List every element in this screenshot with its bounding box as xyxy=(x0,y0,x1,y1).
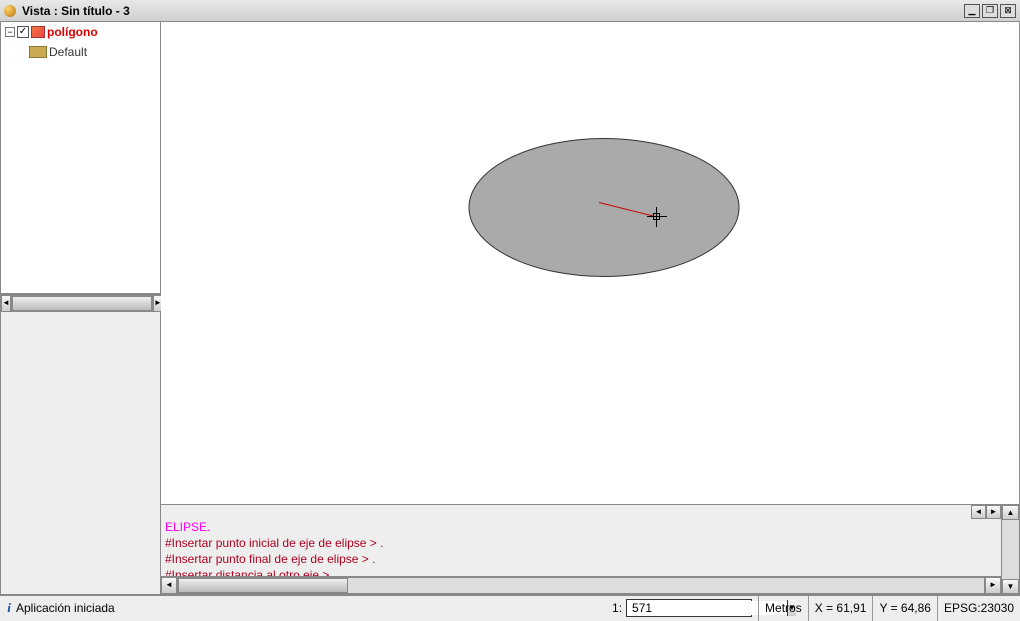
status-bar: i Aplicación iniciada 1: ▼ Metros X = 61… xyxy=(0,595,1020,620)
scale-field: 1: ▼ xyxy=(606,599,758,617)
coord-x: X = 61,91 xyxy=(808,596,873,621)
scale-prefix: 1: xyxy=(612,601,622,615)
scroll-right-icon[interactable]: ► xyxy=(985,577,1001,594)
console-prompt-1: #Insertar punto inicial de eje de elipse… xyxy=(165,535,997,551)
tree-collapse-icon[interactable]: − xyxy=(5,27,15,37)
close-button[interactable]: ⊠ xyxy=(1000,4,1016,18)
console-output: ELIPSE. #Insertar punto inicial de eje d… xyxy=(161,519,1001,576)
console-prompt-3: #Insertar distancia al otro eje > . xyxy=(165,567,997,576)
status-message: Aplicación iniciada xyxy=(14,601,606,615)
minimize-button[interactable]: ▁ xyxy=(964,4,980,18)
console-command: ELIPSE. xyxy=(165,519,997,535)
scroll-left-icon[interactable]: ◄ xyxy=(161,577,177,594)
map-canvas[interactable] xyxy=(161,22,1019,504)
console-vscrollbar[interactable]: ▲ ▼ xyxy=(1001,505,1019,594)
app-icon xyxy=(4,5,16,17)
units-label: Metros xyxy=(758,596,808,621)
scroll-left-icon[interactable]: ◄ xyxy=(1,295,11,312)
scroll-track[interactable] xyxy=(11,295,153,312)
layer-row-poligono[interactable]: − ✓ polígono xyxy=(1,22,160,42)
console-arrow-right-icon[interactable]: ► xyxy=(986,505,1001,519)
layer-style-row[interactable]: Default xyxy=(1,42,160,62)
restore-button[interactable]: ❐ xyxy=(982,4,998,18)
epsg-label: EPSG:23030 xyxy=(937,596,1020,621)
info-icon: i xyxy=(0,600,14,616)
layer-label: polígono xyxy=(47,25,98,39)
scroll-thumb[interactable] xyxy=(178,578,348,593)
window-title: Vista : Sin título - 3 xyxy=(22,4,964,18)
lower-side-panel xyxy=(1,312,160,594)
command-console[interactable]: ◄ ► ELIPSE. #Insertar punto inicial de e… xyxy=(161,505,1001,594)
layer-polygon-icon xyxy=(31,26,45,38)
layer-tree[interactable]: − ✓ polígono Default xyxy=(1,22,160,294)
console-arrow-left-icon[interactable]: ◄ xyxy=(971,505,986,519)
title-bar: Vista : Sin título - 3 ▁ ❐ ⊠ xyxy=(0,0,1020,22)
coord-y: Y = 64,86 xyxy=(872,596,937,621)
layer-hscrollbar[interactable]: ◄ ► xyxy=(1,294,160,312)
scroll-down-icon[interactable]: ▼ xyxy=(1002,579,1019,594)
console-prompt-2: #Insertar punto final de eje de elipse >… xyxy=(165,551,997,567)
console-hscrollbar[interactable]: ◄ ► xyxy=(161,576,1001,594)
scroll-track[interactable] xyxy=(177,577,985,594)
ellipse-shape xyxy=(466,135,742,280)
scroll-thumb[interactable] xyxy=(12,296,152,311)
scale-combo[interactable]: ▼ xyxy=(626,599,752,617)
style-swatch-icon xyxy=(29,46,47,58)
scroll-up-icon[interactable]: ▲ xyxy=(1002,505,1019,520)
layer-checkbox[interactable]: ✓ xyxy=(17,26,29,38)
layers-sidebar: − ✓ polígono Default ◄ ► xyxy=(1,22,161,594)
crosshair-cursor-icon xyxy=(647,207,667,227)
style-label: Default xyxy=(49,45,87,59)
